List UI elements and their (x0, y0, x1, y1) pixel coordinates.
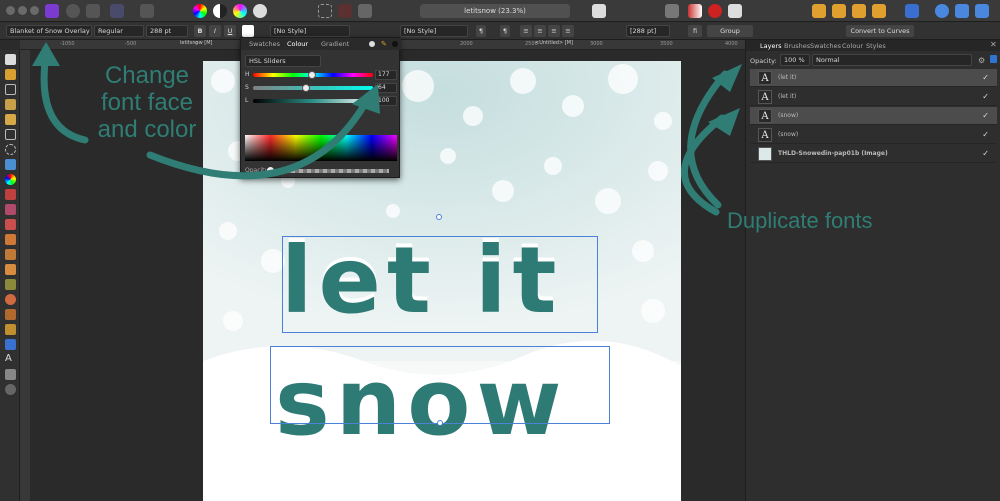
annotation-line: Change (104, 62, 190, 89)
arrowhead (32, 42, 60, 66)
arrow-to-font-field (40, 58, 89, 144)
arrowhead (708, 108, 740, 136)
annotation-line: and color (97, 116, 197, 143)
annotation-right: Duplicate fonts (727, 208, 873, 233)
arrowhead (352, 84, 380, 114)
annotation-left: Change font face and color (92, 62, 202, 143)
annotation-line: font face (100, 89, 194, 116)
